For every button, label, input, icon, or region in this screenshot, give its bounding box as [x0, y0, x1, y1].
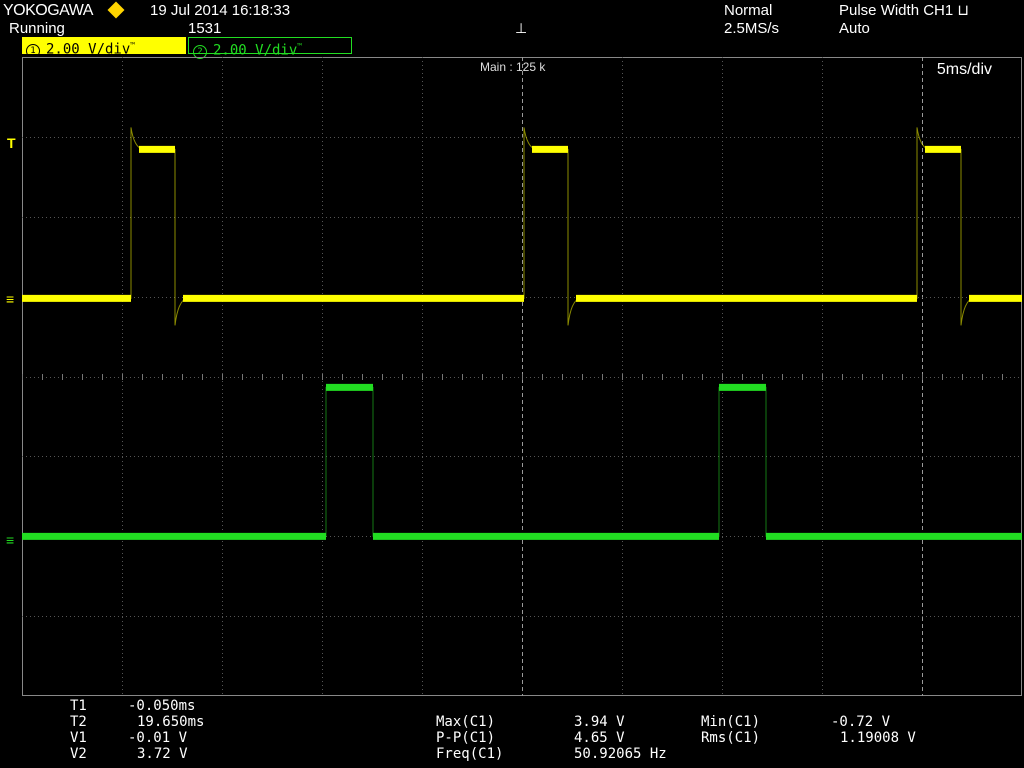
datetime: 19 Jul 2014 16:18:33 — [150, 2, 291, 19]
ch1-number-icon: 1 — [26, 43, 40, 58]
timebase-label[interactable]: 5ms/div — [937, 61, 992, 79]
cursor-t1-value: -0.050ms — [128, 698, 196, 714]
measure-freq-value: 50.92065 Hz — [574, 746, 667, 762]
trigger-type[interactable]: Pulse Width CH1 ⊔ — [839, 2, 969, 19]
acquisition-mode[interactable]: Normal — [724, 2, 772, 19]
brand-name: YOKOGAWA — [3, 2, 93, 19]
waveform-display[interactable]: Main : 125 k 5ms/div — [22, 57, 1022, 696]
cursor-v1-label: V1 — [70, 730, 87, 746]
cursor-v2-label: V2 — [70, 746, 87, 762]
ch1-scale-box[interactable]: 1 2.00 V/div™ — [22, 37, 186, 58]
measure-freq-label: Freq(C1) — [436, 746, 504, 762]
trigger-level-marker[interactable]: T — [7, 135, 16, 151]
ch2-scale-box[interactable]: 2 2.00 V/div™ — [188, 37, 352, 59]
cursor-v1-value: -0.01 V — [128, 730, 188, 746]
ch1-suffix: ™ — [130, 41, 136, 50]
main-memory-label: Main : 125 k — [480, 60, 546, 74]
cursor-t2-value: 19.650ms — [137, 714, 205, 730]
ch1-scale: 2.00 V/div — [46, 41, 131, 58]
measure-pp-label: P-P(C1) — [436, 730, 496, 746]
measure-max-value: 3.94 V — [574, 714, 625, 730]
run-status: Running — [9, 20, 65, 37]
brand-diamond-icon — [107, 1, 125, 19]
measure-min-value: -0.72 V — [831, 714, 891, 730]
measure-rms-value: 1.19008 V — [840, 730, 916, 746]
measure-rms-label: Rms(C1) — [701, 730, 761, 746]
ch2-suffix: ™ — [297, 42, 303, 51]
trigger-position-icon: ⊥ — [515, 20, 528, 36]
measure-max-label: Max(C1) — [436, 714, 496, 730]
ch1-ground-marker[interactable]: ≡ — [6, 291, 14, 307]
measure-min-label: Min(C1) — [701, 714, 761, 730]
cursor-v2-value: 3.72 V — [137, 746, 188, 762]
cursor-t2-label: T2 — [70, 714, 87, 730]
measure-pp-value: 4.65 V — [574, 730, 625, 746]
acquisition-count: 1531 — [188, 20, 222, 37]
trigger-mode[interactable]: Auto — [839, 20, 870, 37]
waveform-graticule — [22, 57, 1022, 696]
ch2-ground-marker[interactable]: ≡ — [6, 532, 14, 548]
cursor-t1-label: T1 — [70, 698, 87, 714]
sample-rate: 2.5MS/s — [724, 20, 780, 37]
